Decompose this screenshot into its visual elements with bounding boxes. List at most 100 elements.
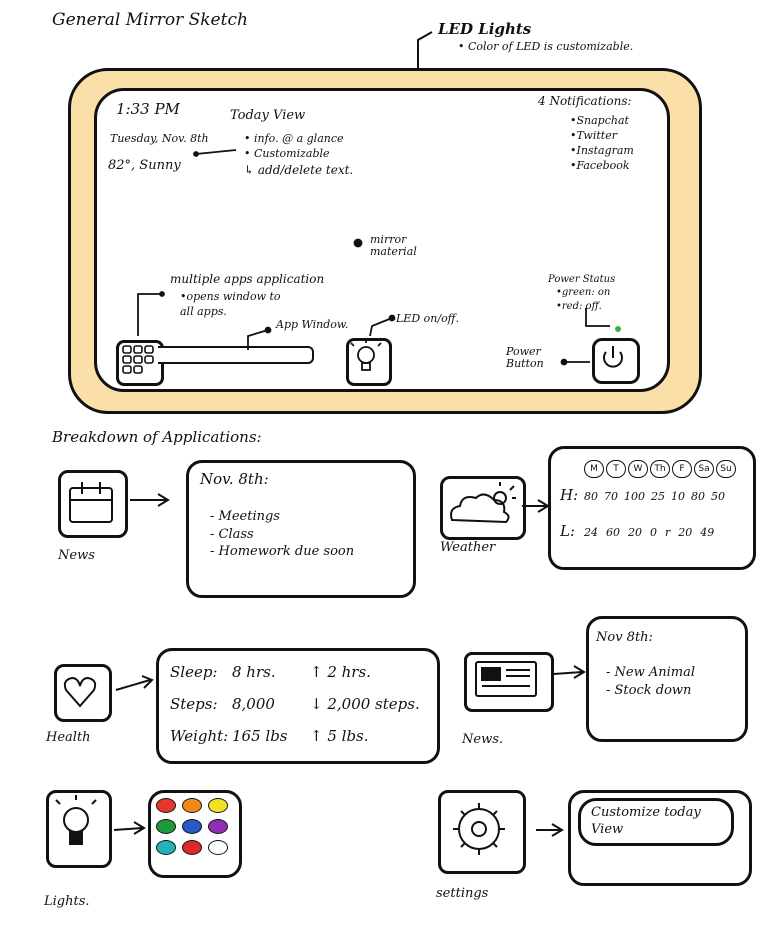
light-color-swatch[interactable] xyxy=(182,840,202,855)
weather-high-value: 25 xyxy=(651,490,665,503)
today-view-note: ↳ add/delete text. xyxy=(244,162,354,177)
light-color-swatch[interactable] xyxy=(156,840,176,855)
weather-day: Sa xyxy=(694,460,714,478)
light-color-swatch[interactable] xyxy=(208,819,228,834)
apps-desc-line: •opens window to xyxy=(180,290,281,303)
lights-app-label: Lights. xyxy=(44,894,90,909)
news-date: Nov 8th: xyxy=(596,630,653,645)
weather-high-value: 10 xyxy=(671,490,685,503)
weather-app-icon[interactable] xyxy=(440,476,526,540)
app-window-bar[interactable] xyxy=(158,346,314,364)
lights-app-icon[interactable] xyxy=(46,790,112,868)
light-color-swatch[interactable] xyxy=(208,798,228,813)
light-color-swatch[interactable] xyxy=(208,840,228,855)
settings-app-icon[interactable] xyxy=(438,790,526,874)
weather-high-value: 70 xyxy=(604,490,618,503)
weather-day: Su xyxy=(716,460,736,478)
weather-lows-row: 24 60 20 0 r 20 49 xyxy=(584,526,714,539)
health-stat-value: 165 lbs xyxy=(232,727,288,745)
today-view-title: Today View xyxy=(230,108,306,123)
weather-highs-row: 80 70 100 25 10 80 50 xyxy=(584,490,725,503)
mirror-material-label: mirror material xyxy=(370,233,417,259)
apps-desc: •opens window to all apps. xyxy=(180,290,281,320)
calendar-app-icon[interactable] xyxy=(58,470,128,538)
news-headlines: - New Animal - Stock down xyxy=(606,664,695,699)
weather-high-value: 50 xyxy=(711,490,725,503)
power-status-notes: •green: on •red: off. xyxy=(556,286,610,313)
weather-low-value: 49 xyxy=(700,526,715,539)
weather-day: F xyxy=(672,460,692,478)
weather-low-value: 24 xyxy=(584,526,598,539)
led-toggle-label: LED on/off. xyxy=(396,312,459,325)
notification-item[interactable]: •Twitter xyxy=(570,129,634,144)
today-view-note: • info. @ a glance xyxy=(244,132,344,145)
led-lights-label: LED Lights xyxy=(438,20,532,38)
power-button-label: Power Button xyxy=(506,345,544,371)
weather-low-value: 20 xyxy=(628,526,642,539)
customize-today-view-button[interactable]: Customize today View xyxy=(578,798,734,846)
calendar-event[interactable]: - Meetings xyxy=(210,508,354,526)
health-stat-value: 8 hrs. xyxy=(232,663,276,681)
clock-time: 1:33 PM xyxy=(116,100,180,118)
weather-day: Th xyxy=(650,460,670,478)
news-app-icon[interactable] xyxy=(464,652,554,712)
power-status-note: •green: on xyxy=(556,287,611,298)
health-app-label: Health xyxy=(46,730,91,745)
customize-today-view-label: Customize today View xyxy=(591,805,701,837)
news-app-label: News. xyxy=(462,732,503,747)
weather-low-value: 20 xyxy=(678,526,693,539)
health-stat-row: Weight: 165 lbs ↑ 5 lbs. xyxy=(170,720,430,752)
calendar-event[interactable]: - Class xyxy=(210,526,354,544)
notifications-title: 4 Notifications: xyxy=(538,94,632,108)
health-stat-change: ↓ 2,000 steps. xyxy=(310,695,420,713)
weather-low-value: 60 xyxy=(606,526,620,539)
weather-days-row: M T W Th F Sa Su xyxy=(584,460,736,478)
notification-item[interactable]: •Facebook xyxy=(570,159,634,174)
health-stat-change: ↑ 5 lbs. xyxy=(310,727,369,745)
weather-day: M xyxy=(584,460,604,478)
led-lights-note: • Color of LED is customizable. xyxy=(458,40,634,53)
calendar-events: - Meetings - Class - Homework due soon xyxy=(210,508,354,561)
light-swatch-grid xyxy=(156,798,232,855)
health-stat-key: Sleep: xyxy=(170,663,218,681)
led-toggle-button[interactable] xyxy=(346,338,392,386)
today-view-notes: • info. @ a glance • Customizable ↳ add/… xyxy=(244,132,353,178)
apps-title: multiple apps application xyxy=(170,272,325,286)
weather-high-value: 80 xyxy=(584,490,598,503)
weather-high-label: H: xyxy=(560,486,579,504)
health-stat-key: Weight: xyxy=(170,727,229,745)
light-color-swatch[interactable] xyxy=(156,798,176,813)
light-color-swatch[interactable] xyxy=(182,819,202,834)
apps-desc-line: all apps. xyxy=(180,304,227,318)
health-stat-key: Steps: xyxy=(170,695,218,713)
health-stat-row: Sleep: 8 hrs. ↑ 2 hrs. xyxy=(170,656,430,688)
notifications-list: •Snapchat •Twitter •Instagram •Facebook xyxy=(570,114,634,173)
calendar-app-label: News xyxy=(58,548,95,563)
weather-low-value: 0 xyxy=(650,526,657,539)
notification-item[interactable]: •Snapchat xyxy=(570,114,634,129)
power-button[interactable] xyxy=(592,338,640,384)
health-app-icon[interactable] xyxy=(54,664,112,722)
power-status-indicator xyxy=(615,326,621,332)
power-status-note: •red: off. xyxy=(556,300,602,312)
clock-date: Tuesday, Nov. 8th xyxy=(110,132,209,145)
apps-grid-button[interactable] xyxy=(116,340,164,386)
weather-high-value: 100 xyxy=(624,490,645,503)
weather-low-value: r xyxy=(665,526,671,539)
weather-high-value: 80 xyxy=(691,490,705,503)
calendar-event[interactable]: - Homework due soon xyxy=(210,543,354,561)
weather-day: W xyxy=(628,460,648,478)
health-stats: Sleep: 8 hrs. ↑ 2 hrs. Steps: 8,000 ↓ 2,000 s… xyxy=(170,656,430,752)
health-stat-row: Steps: 8,000 ↓ 2,000 steps. xyxy=(170,688,430,720)
weather-low-label: L: xyxy=(560,522,576,540)
today-view-note: • Customizable xyxy=(244,146,330,160)
weather-day: T xyxy=(606,460,626,478)
sketch-title: General Mirror Sketch xyxy=(52,10,248,30)
light-color-swatch[interactable] xyxy=(182,798,202,813)
app-window-label: App Window. xyxy=(276,318,349,331)
news-headline[interactable]: - New Animal xyxy=(606,664,695,682)
news-headline[interactable]: - Stock down xyxy=(606,682,695,700)
health-stat-change: ↑ 2 hrs. xyxy=(310,663,371,681)
notification-item[interactable]: •Instagram xyxy=(570,144,634,159)
light-color-swatch[interactable] xyxy=(156,819,176,834)
